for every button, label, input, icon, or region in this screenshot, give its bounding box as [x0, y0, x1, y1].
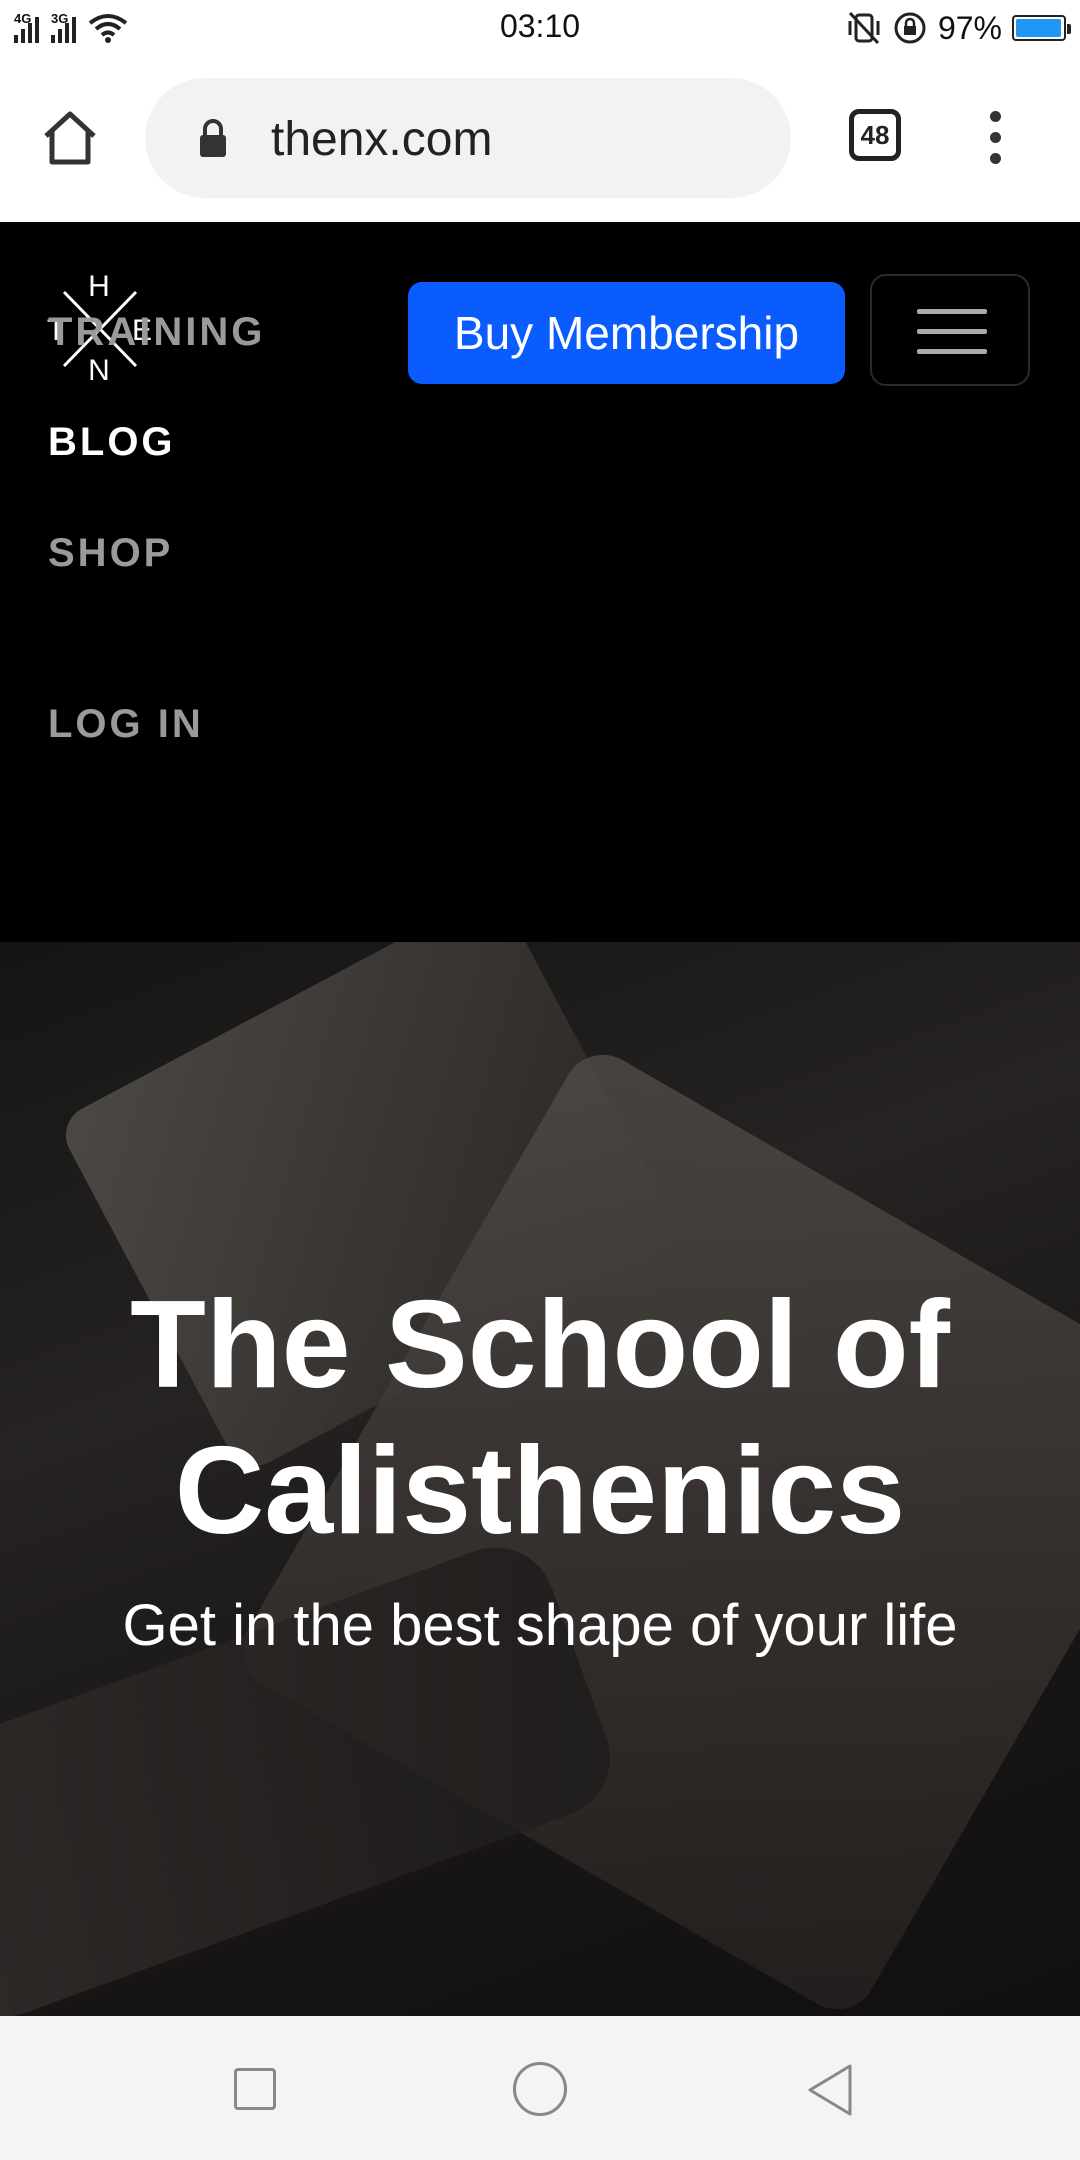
- buy-membership-button[interactable]: Buy Membership: [408, 282, 845, 384]
- logo-letter-h: H: [88, 274, 110, 303]
- battery-icon: [1012, 15, 1071, 41]
- status-right: 97%: [846, 8, 1071, 48]
- system-nav-bar: [0, 2016, 1080, 2160]
- menu-toggle-button[interactable]: [870, 274, 1030, 386]
- nav-shop[interactable]: SHOP: [48, 531, 173, 576]
- tab-switcher-button[interactable]: 48: [849, 109, 901, 161]
- hero-section: The School of Calisthenics Get in the be…: [0, 942, 1080, 2016]
- logo-letter-n: N: [88, 354, 110, 384]
- overflow-menu-icon[interactable]: [985, 111, 1005, 165]
- nav-log-in[interactable]: LOG IN: [48, 702, 204, 747]
- nav-training[interactable]: TRAINING: [48, 310, 265, 355]
- hero-title-line-2: Calisthenics: [174, 1422, 906, 1560]
- url-text[interactable]: thenx.com: [271, 112, 492, 167]
- status-bar: 4G 3G 03:10 97%: [0, 0, 1080, 56]
- home-icon[interactable]: [40, 108, 100, 168]
- lock-icon: [200, 119, 226, 157]
- hero-title-line-1: The School of: [130, 1276, 950, 1414]
- hero-subtitle: Get in the best shape of your life: [122, 1593, 958, 1658]
- recent-apps-icon[interactable]: [234, 2068, 276, 2110]
- address-bar[interactable]: thenx.com: [145, 78, 791, 198]
- nav-blog[interactable]: BLOG: [48, 420, 176, 465]
- home-nav-icon[interactable]: [513, 2062, 567, 2116]
- back-icon[interactable]: [800, 2060, 860, 2120]
- battery-fill: [1016, 19, 1061, 37]
- site-header: H T E N Buy Membership TRAINING BLOG SHO…: [0, 222, 1080, 942]
- browser-toolbar: thenx.com 48: [0, 56, 1080, 222]
- rotation-lock-icon: [894, 12, 926, 44]
- vibrate-mute-icon: [848, 11, 880, 45]
- battery-percent: 97%: [937, 9, 1002, 46]
- hero-title: The School of Calisthenics: [0, 1272, 1080, 1564]
